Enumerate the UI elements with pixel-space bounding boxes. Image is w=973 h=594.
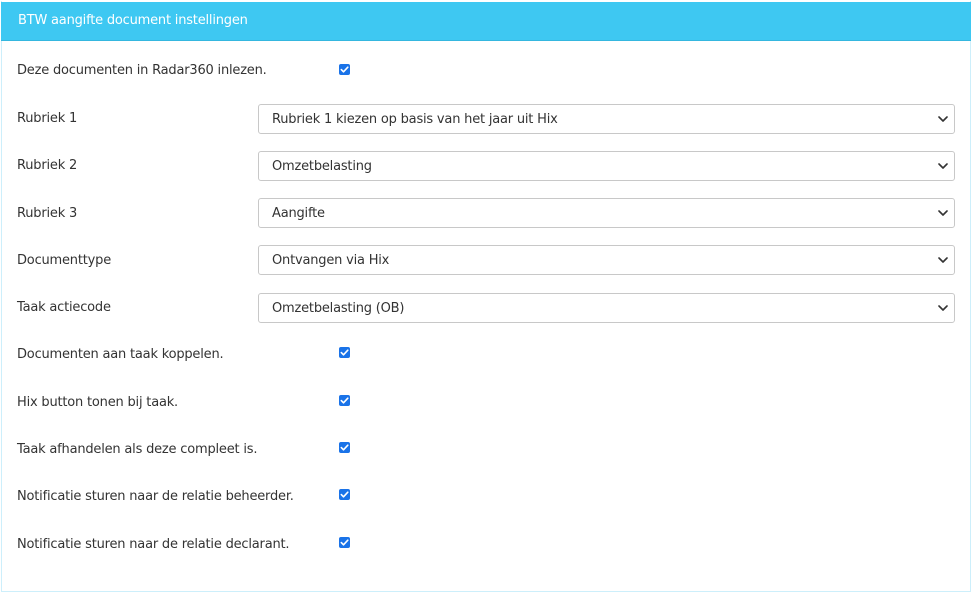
rubriek2-select-value: Omzetbelasting <box>272 159 372 174</box>
documenttype-select-value: Ontvangen via Hix <box>272 253 390 268</box>
link-documents-label: Documenten aan taak koppelen. <box>17 347 224 362</box>
documenttype-label: Documenttype <box>17 253 111 268</box>
notify-manager-checkbox[interactable] <box>339 489 350 500</box>
rubriek2-label: Rubriek 2 <box>17 158 78 173</box>
rubriek3-select-value: Aangifte <box>272 206 325 221</box>
rubriek3-label: Rubriek 3 <box>17 206 78 221</box>
chevron-down-icon <box>938 210 948 216</box>
notify-declarant-label: Notificatie sturen naar de relatie decla… <box>17 537 290 552</box>
panel-header: BTW aangifte document instellingen <box>1 2 971 41</box>
notify-declarant-checkbox[interactable] <box>339 537 350 548</box>
taak-actiecode-select-value: Omzetbelasting (OB) <box>272 301 405 316</box>
rubriek1-select-value: Rubriek 1 kiezen op basis van het jaar u… <box>272 112 558 127</box>
rubriek3-select[interactable]: Aangifte <box>258 198 955 228</box>
rubriek1-select[interactable]: Rubriek 1 kiezen op basis van het jaar u… <box>258 104 955 134</box>
complete-task-label: Taak afhandelen als deze compleet is. <box>17 442 258 457</box>
taak-actiecode-label: Taak actiecode <box>17 300 111 315</box>
rubriek1-label: Rubriek 1 <box>17 111 78 126</box>
panel-title: BTW aangifte document instellingen <box>18 13 248 28</box>
chevron-down-icon <box>938 163 948 169</box>
notify-manager-label: Notificatie sturen naar de relatie behee… <box>17 489 294 504</box>
hix-button-label: Hix button tonen bij taak. <box>17 395 178 410</box>
chevron-down-icon <box>938 257 948 263</box>
documenttype-select[interactable]: Ontvangen via Hix <box>258 245 955 275</box>
taak-actiecode-select[interactable]: Omzetbelasting (OB) <box>258 293 955 323</box>
rubriek2-select[interactable]: Omzetbelasting <box>258 151 955 181</box>
read-documents-checkbox[interactable] <box>339 64 350 75</box>
chevron-down-icon <box>938 305 948 311</box>
chevron-down-icon <box>938 116 948 122</box>
complete-task-checkbox[interactable] <box>339 442 350 453</box>
read-documents-label: Deze documenten in Radar360 inlezen. <box>17 63 267 78</box>
link-documents-checkbox[interactable] <box>339 347 350 358</box>
hix-button-checkbox[interactable] <box>339 395 350 406</box>
